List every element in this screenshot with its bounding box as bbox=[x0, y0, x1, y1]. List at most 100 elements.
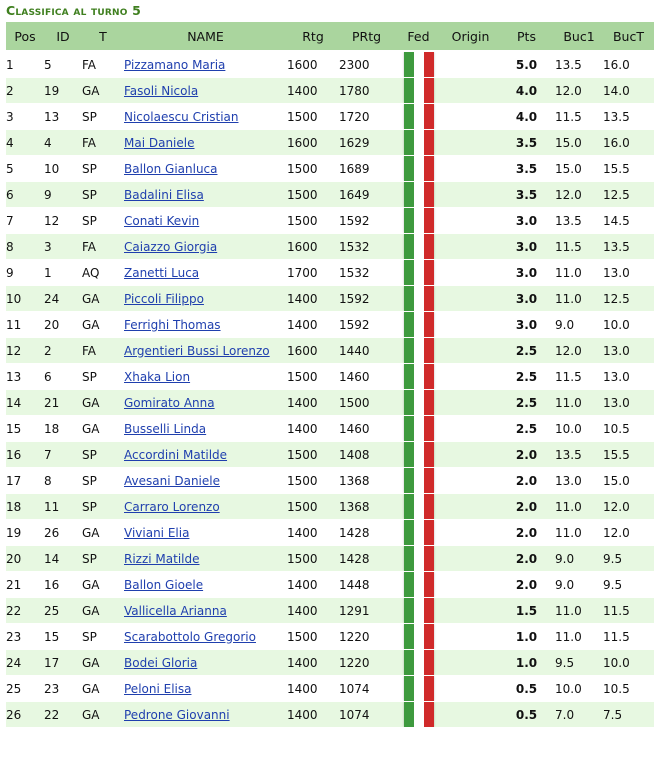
player-name-link[interactable]: Piccoli Filippo bbox=[124, 292, 204, 306]
name-cell: Accordini Matilde bbox=[124, 441, 287, 468]
team-cell: SP bbox=[82, 441, 124, 468]
italy-flag-icon bbox=[403, 78, 434, 103]
rating-cell: 1400 bbox=[287, 415, 339, 442]
rating-cell: 1600 bbox=[287, 233, 339, 260]
column-header-pos[interactable]: Pos bbox=[6, 22, 44, 52]
rating-cell: 1600 bbox=[287, 50, 339, 78]
id-cell: 7 bbox=[44, 441, 82, 468]
federation-cell bbox=[394, 129, 443, 156]
name-cell: Busselli Linda bbox=[124, 415, 287, 442]
origin-cell bbox=[443, 77, 498, 104]
player-name-link[interactable]: Peloni Elisa bbox=[124, 682, 191, 696]
buchholz-total-cell: 7.5 bbox=[603, 701, 654, 728]
player-name-link[interactable]: Avesani Daniele bbox=[124, 474, 220, 488]
position-cell: 2 bbox=[6, 77, 44, 104]
team-cell: SP bbox=[82, 207, 124, 234]
player-name-link[interactable]: Pizzamano Maria bbox=[124, 58, 225, 72]
player-name-link[interactable]: Pedrone Giovanni bbox=[124, 708, 230, 722]
origin-cell bbox=[443, 701, 498, 728]
buchholz-cut1-cell: 15.0 bbox=[555, 155, 603, 182]
player-name-link[interactable]: Gomirato Anna bbox=[124, 396, 215, 410]
player-name-link[interactable]: Accordini Matilde bbox=[124, 448, 227, 462]
table-row: 4 4 FA Mai Daniele 1600 1629 3.5 15.0 16.0 bbox=[6, 129, 654, 156]
page-title: Classifica al turno 5 bbox=[6, 3, 142, 18]
rating-cell: 1400 bbox=[287, 311, 339, 338]
player-name-link[interactable]: Ballon Gioele bbox=[124, 578, 203, 592]
column-header-fed[interactable]: Fed bbox=[394, 22, 443, 52]
table-row: 26 22 GA Pedrone Giovanni 1400 1074 0.5 7.0 7.5 bbox=[6, 701, 654, 728]
column-header-t[interactable]: T bbox=[82, 22, 124, 52]
points-cell: 3.0 bbox=[498, 233, 555, 260]
federation-cell bbox=[394, 50, 443, 78]
column-header-buc1[interactable]: Buc1 bbox=[555, 22, 603, 52]
performance-rating-cell: 1448 bbox=[339, 571, 394, 598]
player-name-link[interactable]: Mai Daniele bbox=[124, 136, 195, 150]
team-cell: FA bbox=[82, 337, 124, 364]
team-cell: GA bbox=[82, 77, 124, 104]
player-name-link[interactable]: Rizzi Matilde bbox=[124, 552, 200, 566]
federation-cell bbox=[394, 571, 443, 598]
player-name-link[interactable]: Vallicella Arianna bbox=[124, 604, 227, 618]
italy-flag-icon bbox=[403, 156, 434, 181]
buchholz-total-cell: 16.0 bbox=[603, 50, 654, 78]
column-header-id[interactable]: ID bbox=[44, 22, 82, 52]
rating-cell: 1500 bbox=[287, 623, 339, 650]
performance-rating-cell: 1074 bbox=[339, 701, 394, 728]
table-row: 19 26 GA Viviani Elia 1400 1428 2.0 11.0 12.0 bbox=[6, 519, 654, 546]
federation-cell bbox=[394, 259, 443, 286]
player-name-link[interactable]: Ferrighi Thomas bbox=[124, 318, 221, 332]
player-name-link[interactable]: Fasoli Nicola bbox=[124, 84, 198, 98]
position-cell: 15 bbox=[6, 415, 44, 442]
column-header-prtg[interactable]: PRtg bbox=[339, 22, 394, 52]
name-cell: Caiazzo Giorgia bbox=[124, 233, 287, 260]
position-cell: 20 bbox=[6, 545, 44, 572]
performance-rating-cell: 1291 bbox=[339, 597, 394, 624]
federation-cell bbox=[394, 467, 443, 494]
points-cell: 5.0 bbox=[498, 50, 555, 78]
player-name-link[interactable]: Scarabottolo Gregorio bbox=[124, 630, 256, 644]
buchholz-total-cell: 14.5 bbox=[603, 207, 654, 234]
column-header-origin[interactable]: Origin bbox=[443, 22, 498, 52]
performance-rating-cell: 1649 bbox=[339, 181, 394, 208]
name-cell: Ballon Gioele bbox=[124, 571, 287, 598]
italy-flag-icon bbox=[403, 286, 434, 311]
rating-cell: 1400 bbox=[287, 285, 339, 312]
player-name-link[interactable]: Ballon Gianluca bbox=[124, 162, 218, 176]
federation-cell bbox=[394, 363, 443, 390]
italy-flag-icon bbox=[403, 520, 434, 545]
federation-cell bbox=[394, 675, 443, 702]
column-header-rtg[interactable]: Rtg bbox=[287, 22, 339, 52]
player-name-link[interactable]: Bodei Gloria bbox=[124, 656, 197, 670]
player-name-link[interactable]: Badalini Elisa bbox=[124, 188, 204, 202]
player-name-link[interactable]: Conati Kevin bbox=[124, 214, 199, 228]
points-cell: 2.0 bbox=[498, 545, 555, 572]
player-name-link[interactable]: Carraro Lorenzo bbox=[124, 500, 220, 514]
column-header-name[interactable]: NAME bbox=[124, 22, 287, 52]
team-cell: GA bbox=[82, 285, 124, 312]
column-header-buct[interactable]: BucT bbox=[603, 22, 654, 52]
buchholz-total-cell: 9.5 bbox=[603, 545, 654, 572]
buchholz-total-cell: 10.0 bbox=[603, 649, 654, 676]
name-cell: Peloni Elisa bbox=[124, 675, 287, 702]
buchholz-total-cell: 10.0 bbox=[603, 311, 654, 338]
name-cell: Vallicella Arianna bbox=[124, 597, 287, 624]
buchholz-cut1-cell: 11.0 bbox=[555, 623, 603, 650]
origin-cell bbox=[443, 415, 498, 442]
player-name-link[interactable]: Argentieri Bussi Lorenzo bbox=[124, 344, 270, 358]
table-row: 17 8 SP Avesani Daniele 1500 1368 2.0 13.0 15.0 bbox=[6, 467, 654, 494]
position-cell: 14 bbox=[6, 389, 44, 416]
italy-flag-icon bbox=[403, 494, 434, 519]
table-row: 5 10 SP Ballon Gianluca 1500 1689 3.5 15.0 15.5 bbox=[6, 155, 654, 182]
player-name-link[interactable]: Xhaka Lion bbox=[124, 370, 190, 384]
id-cell: 20 bbox=[44, 311, 82, 338]
federation-cell bbox=[394, 155, 443, 182]
player-name-link[interactable]: Caiazzo Giorgia bbox=[124, 240, 217, 254]
position-cell: 4 bbox=[6, 129, 44, 156]
player-name-link[interactable]: Viviani Elia bbox=[124, 526, 189, 540]
standings-table: Pos ID T NAME Rtg PRtg Fed Origin Pts Bu… bbox=[6, 22, 654, 728]
column-header-pts[interactable]: Pts bbox=[498, 22, 555, 52]
player-name-link[interactable]: Zanetti Luca bbox=[124, 266, 199, 280]
player-name-link[interactable]: Nicolaescu Cristian bbox=[124, 110, 239, 124]
player-name-link[interactable]: Busselli Linda bbox=[124, 422, 206, 436]
position-cell: 8 bbox=[6, 233, 44, 260]
